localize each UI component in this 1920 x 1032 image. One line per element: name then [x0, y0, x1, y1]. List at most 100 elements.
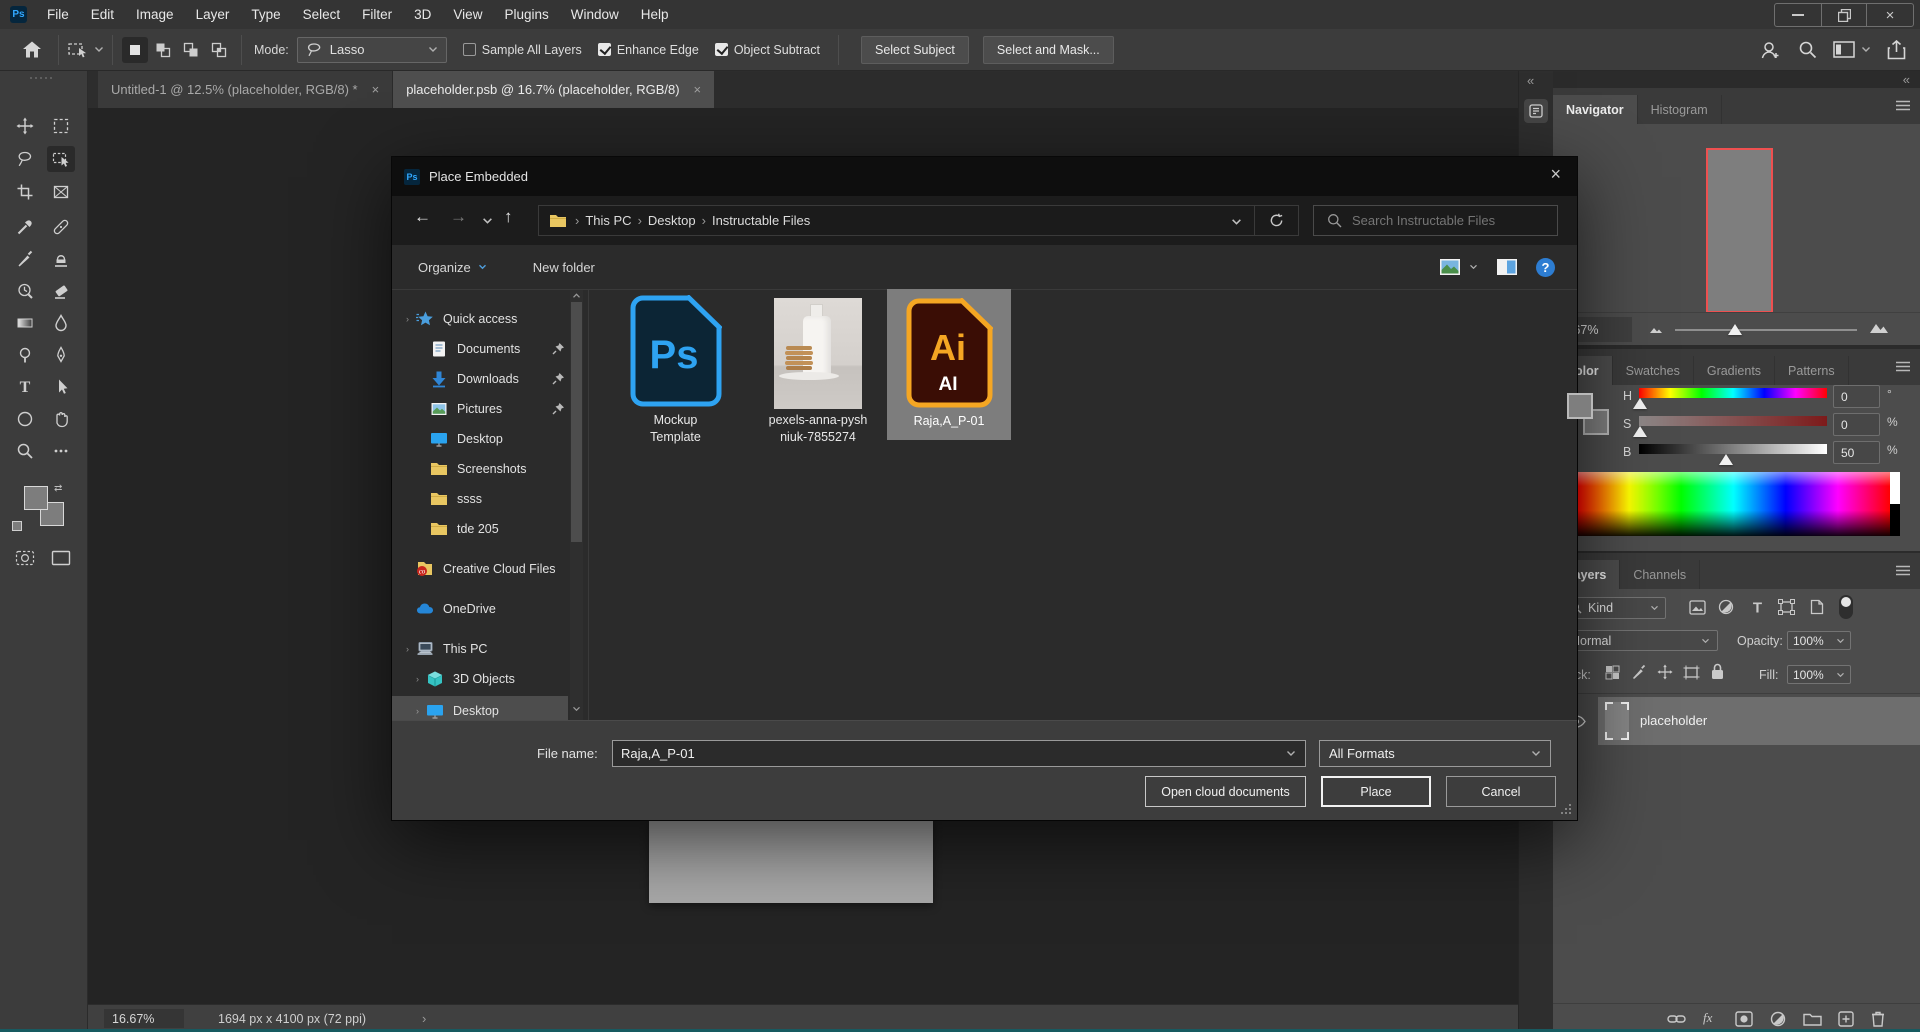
shape-tool[interactable] [11, 406, 39, 432]
collapse-dock-icon[interactable]: « [1903, 72, 1910, 87]
menu-window[interactable]: Window [560, 7, 630, 22]
select-subject-button[interactable]: Select Subject [861, 36, 969, 64]
eyedropper-tool[interactable] [11, 214, 39, 240]
sidebar-item-pictures[interactable]: Pictures [392, 396, 568, 422]
sidebar-item-desktop[interactable]: Desktop [392, 426, 568, 452]
rectangular-marquee-tool[interactable] [47, 113, 75, 139]
hue-value-field[interactable]: 0 [1833, 385, 1880, 408]
new-group-icon[interactable] [1803, 1012, 1822, 1026]
scrollbar-thumb[interactable] [571, 302, 582, 542]
tab-close-icon[interactable]: × [372, 82, 380, 97]
scroll-up-icon[interactable] [572, 293, 581, 299]
breadcrumb-this-pc[interactable]: This PC [579, 213, 637, 228]
add-layer-mask-icon[interactable] [1735, 1011, 1753, 1027]
hand-tool[interactable] [47, 406, 75, 432]
swap-colors-icon[interactable]: ⇄ [54, 483, 62, 494]
address-dropdown-chevron-icon[interactable] [1231, 218, 1242, 226]
filter-smart-objects-icon[interactable] [1810, 599, 1824, 615]
adjustment-layer-icon[interactable] [1770, 1011, 1786, 1027]
panel-menu-icon[interactable] [1895, 565, 1911, 576]
organize-dropdown[interactable]: Organize [418, 260, 487, 275]
share-icon[interactable] [1887, 40, 1906, 60]
sidebar-item-onedrive[interactable]: OneDrive [392, 596, 568, 622]
brightness-slider-thumb[interactable] [1719, 454, 1733, 465]
add-to-selection-mode-icon[interactable] [150, 37, 176, 63]
brightness-slider-track[interactable] [1639, 444, 1827, 454]
sidebar-item-3d-objects[interactable]: › 3D Objects [392, 666, 568, 692]
menu-view[interactable]: View [442, 7, 493, 22]
menu-image[interactable]: Image [125, 7, 185, 22]
navigator-zoom-slider-track[interactable] [1675, 329, 1857, 331]
tab-channels[interactable]: Channels [1620, 560, 1700, 589]
sidebar-item-creative-cloud-files[interactable]: co Creative Cloud Files [392, 556, 568, 582]
sidebar-scrollbar[interactable] [570, 290, 583, 720]
zoom-in-icon[interactable] [1869, 322, 1891, 334]
tab-swatches[interactable]: Swatches [1613, 356, 1694, 385]
up-icon[interactable]: ↑ [504, 207, 513, 227]
navigator-proxy-view[interactable] [1706, 148, 1773, 313]
menu-3d[interactable]: 3D [403, 7, 442, 22]
file-item-pexels-photo[interactable]: pexels-anna-pyshniuk-7855274 [743, 290, 893, 440]
sidebar-item-desktop-selected[interactable]: › Desktop [392, 696, 568, 720]
refresh-button[interactable] [1254, 205, 1299, 236]
help-icon[interactable]: ? [1536, 258, 1555, 277]
blur-tool[interactable] [47, 310, 75, 336]
tab-histogram[interactable]: Histogram [1638, 95, 1722, 124]
lock-position-icon[interactable] [1657, 664, 1673, 680]
account-icon[interactable] [1760, 40, 1782, 60]
saturation-slider-thumb[interactable] [1633, 426, 1647, 437]
tab-gradients[interactable]: Gradients [1694, 356, 1775, 385]
menu-layer[interactable]: Layer [185, 7, 241, 22]
gradient-tool[interactable] [11, 310, 39, 336]
link-layers-icon[interactable] [1667, 1013, 1686, 1025]
menu-type[interactable]: Type [240, 7, 291, 22]
menu-filter[interactable]: Filter [351, 7, 403, 22]
sidebar-item-downloads[interactable]: Downloads [392, 366, 568, 392]
eraser-tool[interactable] [47, 278, 75, 304]
checkbox-sample-all-layers[interactable]: Sample All Layers [463, 43, 582, 57]
navigator-zoom-slider-thumb[interactable] [1728, 324, 1742, 335]
lock-image-pixels-icon[interactable] [1631, 664, 1646, 680]
minimize-button[interactable] [1775, 4, 1821, 26]
frame-tool[interactable] [47, 179, 75, 205]
filter-adjustment-layers-icon[interactable] [1718, 599, 1734, 615]
sidebar-item-ssss[interactable]: ssss [392, 486, 568, 512]
close-button[interactable]: × [1867, 4, 1913, 26]
tab-navigator[interactable]: Navigator [1553, 95, 1638, 124]
lasso-tool[interactable] [11, 146, 39, 172]
pen-tool[interactable] [47, 342, 75, 368]
toolbar-grip[interactable] [30, 77, 52, 79]
resize-grip-icon[interactable] [1560, 803, 1572, 815]
new-layer-icon[interactable] [1838, 1011, 1854, 1027]
search-input[interactable] [1352, 213, 1532, 228]
filter-pixel-layers-icon[interactable] [1689, 600, 1706, 615]
lock-artboard-icon[interactable] [1683, 665, 1700, 680]
place-button[interactable]: Place [1321, 776, 1431, 807]
subtract-from-selection-mode-icon[interactable] [178, 37, 204, 63]
crop-tool[interactable] [11, 179, 39, 205]
menu-select[interactable]: Select [292, 7, 352, 22]
tab-close-icon[interactable]: × [694, 82, 702, 97]
layer-filter-kind-dropdown[interactable]: Kind [1563, 597, 1666, 619]
select-and-mask-button[interactable]: Select and Mask... [983, 36, 1114, 64]
delete-layer-icon[interactable] [1871, 1010, 1885, 1027]
scroll-down-icon[interactable] [572, 706, 581, 712]
path-selection-tool[interactable] [47, 374, 75, 400]
brightness-value-field[interactable]: 50 [1833, 441, 1880, 464]
spectrum-white-swatch[interactable] [1890, 472, 1900, 504]
foreground-color-swatch[interactable] [1567, 393, 1593, 419]
search-icon[interactable] [1798, 40, 1817, 59]
sidebar-item-tde-205[interactable]: tde 205 [392, 516, 568, 542]
blend-mode-dropdown[interactable]: Normal [1563, 630, 1718, 651]
dodge-tool[interactable] [11, 342, 39, 368]
menu-edit[interactable]: Edit [80, 7, 125, 22]
collapse-panels-icon[interactable]: « [1527, 73, 1534, 88]
layer-effects-fx-icon[interactable]: fx [1703, 1010, 1712, 1026]
mode-dropdown[interactable]: Lasso [297, 37, 447, 63]
tool-preset-picker[interactable] [67, 40, 104, 60]
hue-slider-thumb[interactable] [1633, 398, 1647, 409]
default-colors-icon[interactable] [12, 521, 22, 531]
foreground-color-swatch[interactable] [24, 486, 48, 510]
saturation-slider-track[interactable] [1639, 416, 1827, 426]
layer-filtering-toggle[interactable] [1839, 595, 1853, 619]
